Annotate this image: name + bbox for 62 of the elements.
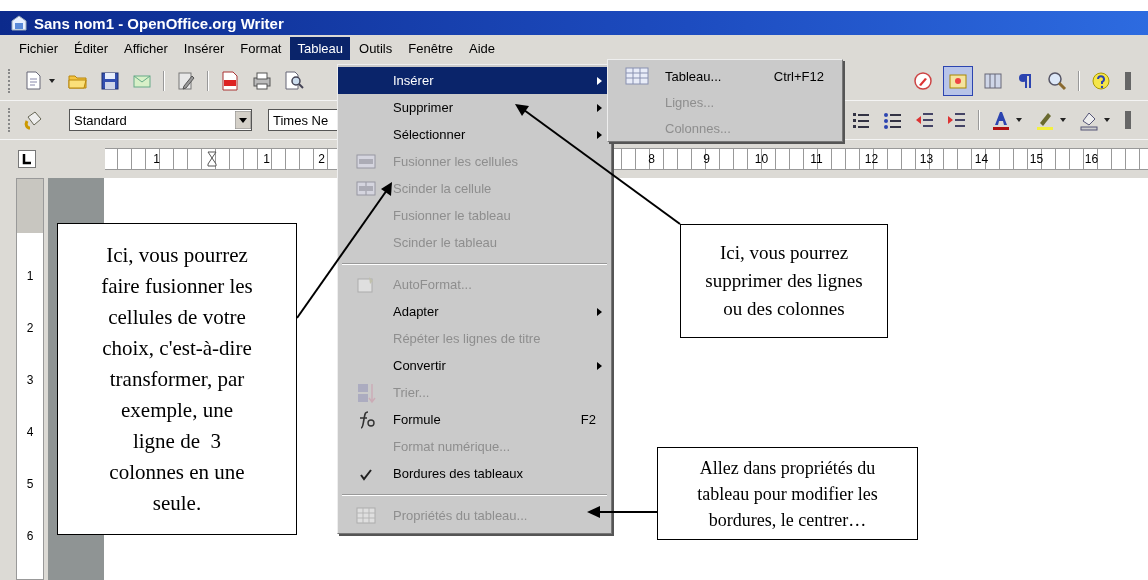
magnifier-icon[interactable]	[1046, 70, 1068, 92]
ruler-number: 14	[973, 152, 990, 166]
help-icon[interactable]	[1090, 70, 1112, 92]
ruler-number: 2	[317, 152, 326, 166]
font-color-icon[interactable]	[990, 109, 1012, 131]
ruler-number: 4	[26, 424, 34, 441]
ruler-number: 1	[152, 152, 161, 166]
ruler-number: 13	[918, 152, 935, 166]
menu-bar-item[interactable]: Tableau	[290, 37, 350, 60]
callout-text: Ici, vous pourrez faire fusionner les cellules de votre choix, c'est-à-dire transformer, par exemple, une ligne de 3 colonnes en une seule.	[101, 241, 253, 517]
submenu-arrow-icon	[597, 104, 602, 112]
ruler-number: 1	[26, 268, 34, 285]
gallery-icon[interactable]	[944, 67, 972, 95]
shortcut-label: Ctrl+F12	[773, 68, 824, 84]
submenu-arrow-icon	[597, 77, 602, 85]
menu-bar-item[interactable]: Outils	[352, 37, 400, 60]
menu-bar-item[interactable]: Insérer	[176, 37, 232, 60]
paragraph-style-field[interactable]: Standard	[69, 109, 252, 131]
edit-document-icon[interactable]	[175, 70, 197, 92]
menu-item[interactable]: Adapter	[338, 298, 611, 325]
menu-bar-item[interactable]: Format	[233, 37, 289, 60]
ruler-number: 12	[863, 152, 880, 166]
ruler-number: 5	[26, 476, 34, 493]
menu-bar-item[interactable]: Afficher	[117, 37, 175, 60]
printer-icon[interactable]	[251, 70, 273, 92]
save-icon[interactable]	[99, 70, 121, 92]
dropdown-button-icon[interactable]	[235, 111, 251, 129]
ruler-number: 10	[753, 152, 770, 166]
ruler-number: 8	[647, 152, 656, 166]
ruler-margin-zone	[17, 179, 43, 233]
submenu-arrow-icon	[597, 308, 602, 316]
callout-text: Allez dans propriétés du tableau pour modifier les bordures, le centrer…	[697, 456, 878, 532]
submenu-arrow-icon	[597, 131, 602, 139]
menu-item[interactable]: Formule F2	[338, 406, 611, 433]
menu-bar-item[interactable]: Aide	[462, 37, 503, 60]
pdf-icon[interactable]	[219, 70, 241, 92]
menu-item[interactable]: Convertir	[338, 352, 611, 379]
columns-icon[interactable]	[982, 70, 1004, 92]
ruler-number: 1	[262, 152, 271, 166]
compass-icon[interactable]	[912, 70, 934, 92]
callout-text: Ici, vous pourrez supprimer des lignes ou des colonnes	[705, 241, 863, 321]
menu-bar-item[interactable]: Fenêtre	[401, 37, 461, 60]
app-icon	[10, 14, 28, 32]
menu-bar-item[interactable]: Fichier	[12, 37, 65, 60]
window-title: Sans nom1 - OpenOffice.org Writer	[34, 14, 284, 32]
shortcut-label: F2	[580, 412, 596, 427]
menu-bar-item[interactable]: Éditer	[67, 37, 115, 60]
table-properties-icon	[354, 504, 377, 527]
ruler-number: 3	[26, 372, 34, 389]
ruler-number: 6	[26, 528, 34, 545]
menu-item[interactable]: Bordures des tableaux	[338, 460, 611, 487]
ruler-number: 9	[702, 152, 711, 166]
ruler-number: 11	[809, 152, 824, 166]
tab-stop-icon[interactable]	[18, 150, 36, 168]
print-preview-icon[interactable]	[283, 70, 305, 92]
ruler-number: 15	[1028, 152, 1045, 166]
indent-marker-icon[interactable]	[206, 151, 217, 167]
submenu-arrow-icon	[597, 362, 602, 370]
ruler-number: 2	[26, 320, 34, 337]
table-icon	[624, 67, 649, 85]
menu-item[interactable]: Tableau... Ctrl+F12	[608, 63, 842, 89]
ruler-number: 16	[1083, 152, 1100, 166]
